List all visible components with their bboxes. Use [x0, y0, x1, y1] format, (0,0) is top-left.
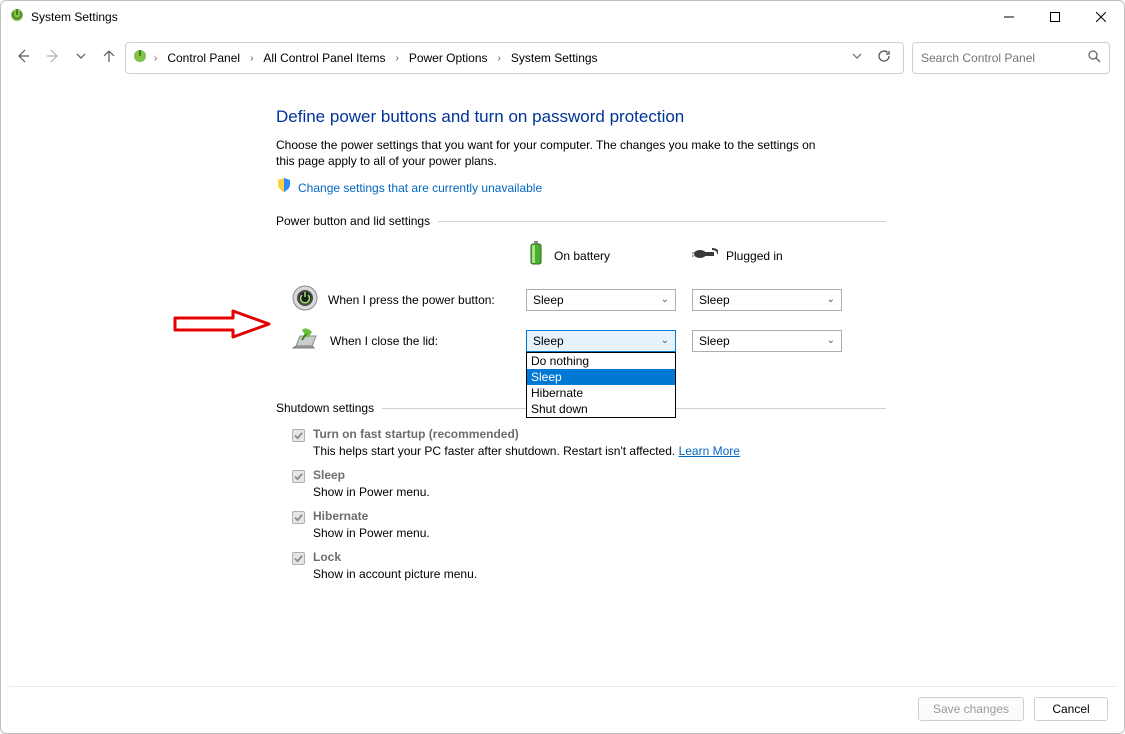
maximize-button[interactable] — [1032, 2, 1078, 32]
chevron-down-icon: ⌄ — [661, 335, 669, 346]
breadcrumb-item[interactable]: Control Panel — [163, 47, 244, 69]
cancel-button[interactable]: Cancel — [1034, 697, 1108, 721]
minimize-button[interactable] — [986, 2, 1032, 32]
page-headline: Define power buttons and turn on passwor… — [276, 107, 886, 127]
column-header-battery: On battery — [526, 240, 676, 271]
battery-icon — [526, 240, 546, 271]
checkbox-label: Lock — [313, 550, 341, 564]
power-button-icon — [292, 285, 318, 314]
section-shutdown-label: Shutdown settings — [276, 401, 374, 415]
dropdown-option[interactable]: Hibernate — [527, 385, 675, 401]
search-input[interactable] — [921, 51, 1081, 65]
chevron-right-icon: › — [496, 53, 503, 64]
lid-battery-dropdown: Do nothing Sleep Hibernate Shut down — [526, 352, 676, 418]
checkbox-hibernate[interactable] — [292, 511, 305, 524]
select-power-plugged[interactable]: Sleep ⌄ — [692, 289, 842, 311]
main-content: Define power buttons and turn on passwor… — [276, 107, 886, 591]
breadcrumb-item[interactable]: Power Options — [405, 47, 492, 69]
close-button[interactable] — [1078, 2, 1124, 32]
checkbox-label: Hibernate — [313, 509, 368, 523]
checkbox-description: Show in account picture menu. — [313, 567, 886, 581]
checkbox-lock[interactable] — [292, 552, 305, 565]
checkbox-label: Turn on fast startup (recommended) — [313, 427, 519, 441]
checkbox-description: Show in Power menu. — [313, 485, 886, 499]
save-button[interactable]: Save changes — [918, 697, 1024, 721]
select-power-battery[interactable]: Sleep ⌄ — [526, 289, 676, 311]
divider — [9, 686, 1116, 687]
chevron-down-icon: ⌄ — [827, 335, 835, 346]
checkbox-description: Show in Power menu. — [313, 526, 886, 540]
chevron-down-icon: ⌄ — [661, 294, 669, 305]
page-description: Choose the power settings that you want … — [276, 137, 836, 169]
laptop-lid-icon — [292, 328, 320, 353]
checkbox-description: This helps start your PC faster after sh… — [313, 444, 886, 458]
back-button[interactable] — [15, 48, 31, 69]
title-bar: System Settings — [1, 1, 1124, 33]
plug-icon — [692, 245, 718, 266]
checkbox-fast-startup[interactable] — [292, 429, 305, 442]
checkbox-sleep[interactable] — [292, 470, 305, 483]
dropdown-option[interactable]: Shut down — [527, 401, 675, 417]
chevron-right-icon: › — [393, 53, 400, 64]
chevron-right-icon: › — [248, 53, 255, 64]
refresh-button[interactable] — [877, 49, 891, 68]
up-button[interactable] — [101, 48, 117, 69]
chevron-right-icon: › — [152, 53, 159, 64]
address-dropdown[interactable] — [851, 49, 863, 67]
recent-dropdown[interactable] — [75, 49, 87, 67]
search-icon — [1087, 49, 1101, 68]
window-title: System Settings — [31, 10, 118, 24]
annotation-arrow — [173, 309, 273, 344]
section-power-label: Power button and lid settings — [276, 214, 430, 228]
search-box[interactable] — [912, 42, 1110, 74]
select-lid-plugged[interactable]: Sleep ⌄ — [692, 330, 842, 352]
column-header-plugged: Plugged in — [692, 245, 842, 266]
dropdown-option[interactable]: Sleep — [527, 369, 675, 385]
change-settings-link[interactable]: Change settings that are currently unava… — [298, 181, 542, 195]
address-box[interactable]: › Control Panel › All Control Panel Item… — [125, 42, 904, 74]
select-lid-battery[interactable]: Sleep ⌄ Do nothing Sleep Hibernate Shut … — [526, 330, 676, 352]
checkbox-label: Sleep — [313, 468, 345, 482]
power-options-icon — [132, 48, 148, 69]
forward-button[interactable] — [45, 48, 61, 69]
learn-more-link[interactable]: Learn More — [679, 444, 740, 458]
close-lid-row-label: When I close the lid: — [330, 334, 438, 348]
breadcrumb-item[interactable]: All Control Panel Items — [259, 47, 389, 69]
power-button-row-label: When I press the power button: — [328, 293, 495, 307]
divider — [438, 221, 886, 222]
chevron-down-icon: ⌄ — [827, 294, 835, 305]
dropdown-option[interactable]: Do nothing — [527, 353, 675, 369]
breadcrumb-item[interactable]: System Settings — [507, 47, 602, 69]
shield-icon — [276, 177, 292, 198]
address-row: › Control Panel › All Control Panel Item… — [1, 41, 1124, 75]
power-options-icon — [9, 7, 25, 28]
